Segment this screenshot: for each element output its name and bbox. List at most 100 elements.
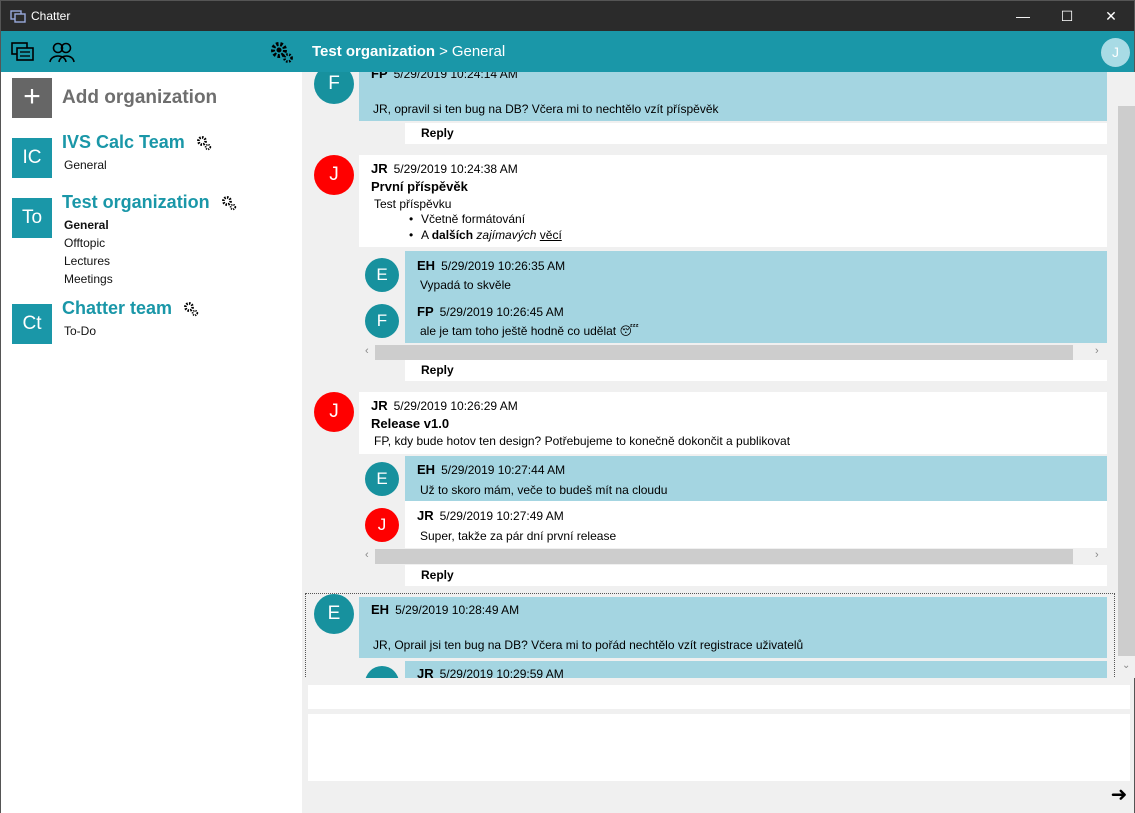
- bullet-text: A: [421, 228, 432, 242]
- message-text: Vypadá to skvěle: [420, 278, 511, 292]
- message-text: Test příspěvku: [374, 197, 452, 211]
- author-avatar: E: [365, 462, 399, 496]
- message-text: Už to skoro mám, veče to budeš mít na cl…: [420, 483, 668, 497]
- scroll-right-icon[interactable]: ›: [1095, 549, 1099, 561]
- bullet-underline: věcí: [539, 228, 562, 242]
- reply-button[interactable]: Reply: [405, 565, 1107, 586]
- breadcrumb-org[interactable]: Test organization: [312, 43, 435, 60]
- message-time: 5/29/2019 10:26:35 AM: [441, 259, 566, 273]
- message-meta: EH 5/29/2019 10:27:44 AM: [417, 462, 565, 477]
- vertical-scrollbar[interactable]: ⌄: [1118, 72, 1135, 678]
- user-avatar[interactable]: J: [1101, 38, 1130, 67]
- message-meta: JR 5/29/2019 10:27:49 AM: [417, 508, 564, 523]
- channel-item[interactable]: Offtopic: [64, 234, 113, 252]
- org-badge[interactable]: To: [12, 198, 52, 238]
- channel-item[interactable]: Meetings: [64, 270, 113, 288]
- message-time: 5/29/2019 10:29:59 AM: [439, 667, 564, 678]
- author-avatar: E: [314, 594, 354, 634]
- org-name[interactable]: Chatter team: [62, 298, 199, 319]
- channel-item[interactable]: To-Do: [64, 322, 96, 340]
- people-icon[interactable]: [49, 40, 75, 64]
- author-avatar: F: [314, 72, 354, 104]
- message-title-input[interactable]: [308, 685, 1130, 709]
- org-name[interactable]: Test organization: [62, 192, 237, 213]
- title-bar: Chatter — ☐ ✕: [1, 1, 1134, 31]
- channel-item-active[interactable]: General: [64, 216, 113, 234]
- scroll-left-icon[interactable]: ‹: [365, 345, 369, 357]
- scrollbar-thumb[interactable]: [1118, 106, 1135, 656]
- message-meta: EH 5/29/2019 10:26:35 AM: [417, 258, 565, 273]
- message-title: První příspěvěk: [371, 179, 468, 194]
- message-time: 5/29/2019 10:24:38 AM: [393, 162, 518, 176]
- channel-list: To-Do: [64, 322, 96, 340]
- message-time: 5/29/2019 10:27:44 AM: [441, 463, 566, 477]
- scrollbar-thumb[interactable]: [375, 549, 1073, 564]
- maximize-button[interactable]: ☐: [1044, 1, 1090, 31]
- message-time: 5/29/2019 10:26:45 AM: [439, 305, 564, 319]
- message-meta: JR 5/29/2019 10:24:38 AM: [371, 161, 518, 176]
- message-meta: JR 5/29/2019 10:26:29 AM: [371, 398, 518, 413]
- reply-button[interactable]: Reply: [405, 123, 1107, 144]
- message-text: FP, kdy bude hotov ten design? Potřebuje…: [374, 434, 791, 448]
- message-text: Super, takže za pár dní první release: [420, 529, 617, 543]
- breadcrumb: Test organization > General: [312, 43, 505, 60]
- author-name: FP: [417, 304, 434, 319]
- message-meta: FP 5/29/2019 10:26:45 AM: [417, 304, 564, 319]
- org-badge[interactable]: IC: [12, 138, 52, 178]
- plus-icon: +: [12, 78, 52, 118]
- channel-item[interactable]: Lectures: [64, 252, 113, 270]
- message-feed[interactable]: F FP 5/29/2019 10:24:14 AM JR, opravil si…: [302, 72, 1134, 678]
- message-text: JR, Oprail jsi ten bug na DB? Včera mi t…: [373, 638, 804, 652]
- message-bullet-list: • Včetně formátování • A dalších zajímavýc…: [409, 211, 562, 243]
- message-time: 5/29/2019 10:28:49 AM: [395, 603, 520, 617]
- author-avatar: F: [365, 304, 399, 338]
- reply-label: Reply: [421, 568, 454, 582]
- author-name: EH: [417, 258, 436, 273]
- scroll-right-icon[interactable]: ›: [1095, 345, 1099, 357]
- minimize-button[interactable]: —: [1000, 1, 1046, 31]
- channel-item[interactable]: General: [64, 156, 107, 174]
- org-badge[interactable]: Ct: [12, 304, 52, 344]
- org-name[interactable]: IVS Calc Team: [62, 132, 212, 153]
- org-name-text[interactable]: IVS Calc Team: [62, 132, 185, 152]
- gear-icon[interactable]: [183, 301, 199, 317]
- message-text: ale je tam toho ještě hodně co udělat 😴: [420, 324, 639, 338]
- add-organization-label: Add organization: [62, 87, 218, 108]
- channel-list: General: [64, 156, 107, 174]
- bullet-bold: dalších: [431, 228, 474, 242]
- chats-icon[interactable]: [10, 40, 36, 64]
- message-meta: JR 5/29/2019 10:29:59 AM: [417, 666, 564, 678]
- message-text: JR, opravil si ten bug na DB? Včera mi t…: [373, 102, 719, 116]
- sidebar: + Add organization IC IVS Calc Team Gene…: [1, 72, 302, 813]
- author-avatar: J: [314, 392, 354, 432]
- horizontal-scrollbar[interactable]: ‹ ›: [363, 344, 1107, 361]
- breadcrumb-separator: >: [439, 43, 448, 60]
- app-window: Chatter — ☐ ✕ Test organization > General …: [0, 0, 1135, 813]
- message-meta: FP 5/29/2019 10:24:14 AM: [371, 72, 518, 81]
- reply-button[interactable]: Reply: [405, 360, 1107, 381]
- gear-icon[interactable]: [269, 40, 295, 64]
- add-organization-button[interactable]: + Add organization: [12, 78, 217, 118]
- author-avatar: J: [314, 155, 354, 195]
- org-name-text[interactable]: Test organization: [62, 192, 210, 212]
- org-name-text[interactable]: Chatter team: [62, 298, 172, 318]
- bullet-text: Včetně formátování: [421, 212, 526, 226]
- gear-icon[interactable]: [221, 195, 237, 211]
- app-logo-icon: [10, 10, 26, 23]
- message-time: 5/29/2019 10:26:29 AM: [393, 399, 518, 413]
- author-name: JR: [371, 398, 388, 413]
- author-name: JR: [371, 161, 388, 176]
- message-body-input[interactable]: [308, 714, 1130, 781]
- gear-icon[interactable]: [196, 135, 212, 151]
- horizontal-scrollbar[interactable]: ‹ ›: [363, 548, 1107, 565]
- author-avatar: E: [365, 258, 399, 292]
- scroll-left-icon[interactable]: ‹: [365, 549, 369, 561]
- scrollbar-thumb[interactable]: [375, 345, 1073, 360]
- message-title: Release v1.0: [371, 416, 450, 431]
- scroll-down-icon[interactable]: ⌄: [1122, 660, 1130, 671]
- author-name: JR: [417, 508, 434, 523]
- breadcrumb-channel: General: [451, 43, 506, 60]
- bullet-item: • Včetně formátování: [409, 212, 526, 226]
- send-button[interactable]: ➜: [1108, 785, 1130, 807]
- close-button[interactable]: ✕: [1088, 1, 1134, 31]
